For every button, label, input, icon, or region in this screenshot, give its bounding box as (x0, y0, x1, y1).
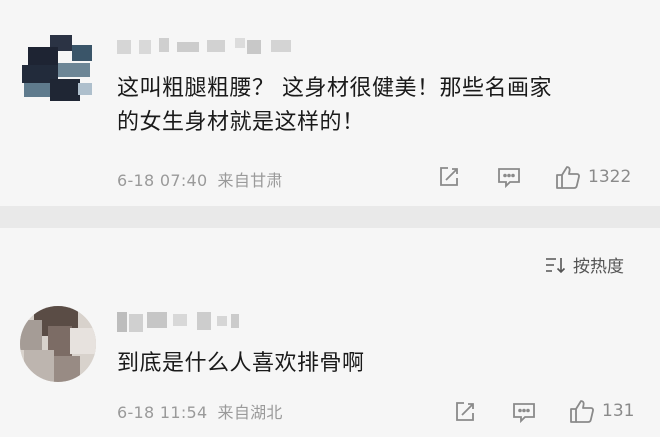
comment-button[interactable] (511, 400, 537, 424)
comment-button[interactable] (496, 165, 522, 189)
comment-location: 来自湖北 (217, 403, 283, 422)
username-blurred[interactable] (117, 310, 247, 334)
comment-text: 到底是什么人喜欢排骨啊 (117, 347, 637, 381)
sort-by-heat-button[interactable]: 按热度 (545, 252, 624, 277)
repost-icon (456, 402, 474, 421)
comment-line: 的女生身材就是这样的！ (117, 110, 365, 135)
sort-icon (546, 257, 566, 273)
like-count: 131 (602, 401, 635, 421)
sort-label: 按热度 (573, 257, 624, 277)
repost-icon (440, 167, 458, 186)
comment-location: 来自甘肃 (217, 171, 283, 190)
comment-date: 6-18 07:40 (117, 171, 208, 190)
thumbs-up-icon (556, 166, 580, 189)
like-button[interactable]: 131 (568, 397, 634, 425)
repost-button[interactable] (453, 400, 477, 424)
comment-date: 6-18 11:54 (117, 403, 208, 422)
like-button[interactable]: 1322 (554, 163, 631, 191)
avatar[interactable] (20, 306, 96, 382)
thumbs-up-icon (570, 400, 594, 423)
comment-meta: 6-18 07:40 来自甘肃 (117, 167, 293, 191)
username-blurred[interactable] (117, 36, 317, 58)
comment-text: 这叫粗腿粗腰？ 这身材很健美！那些名画家 的女生身材就是这样的！ (117, 72, 637, 140)
comment-icon (498, 168, 520, 189)
avatar[interactable] (20, 33, 94, 107)
repost-button[interactable] (437, 165, 461, 189)
comment-meta: 6-18 11:54 来自湖北 (117, 399, 293, 423)
section-divider (0, 206, 660, 228)
comment-icon (513, 403, 535, 424)
comment-line: 到底是什么人喜欢排骨啊 (117, 351, 365, 376)
like-count: 1322 (588, 167, 632, 187)
comment-line: 这叫粗腿粗腰？ 这身材很健美！那些名画家 (117, 76, 552, 101)
